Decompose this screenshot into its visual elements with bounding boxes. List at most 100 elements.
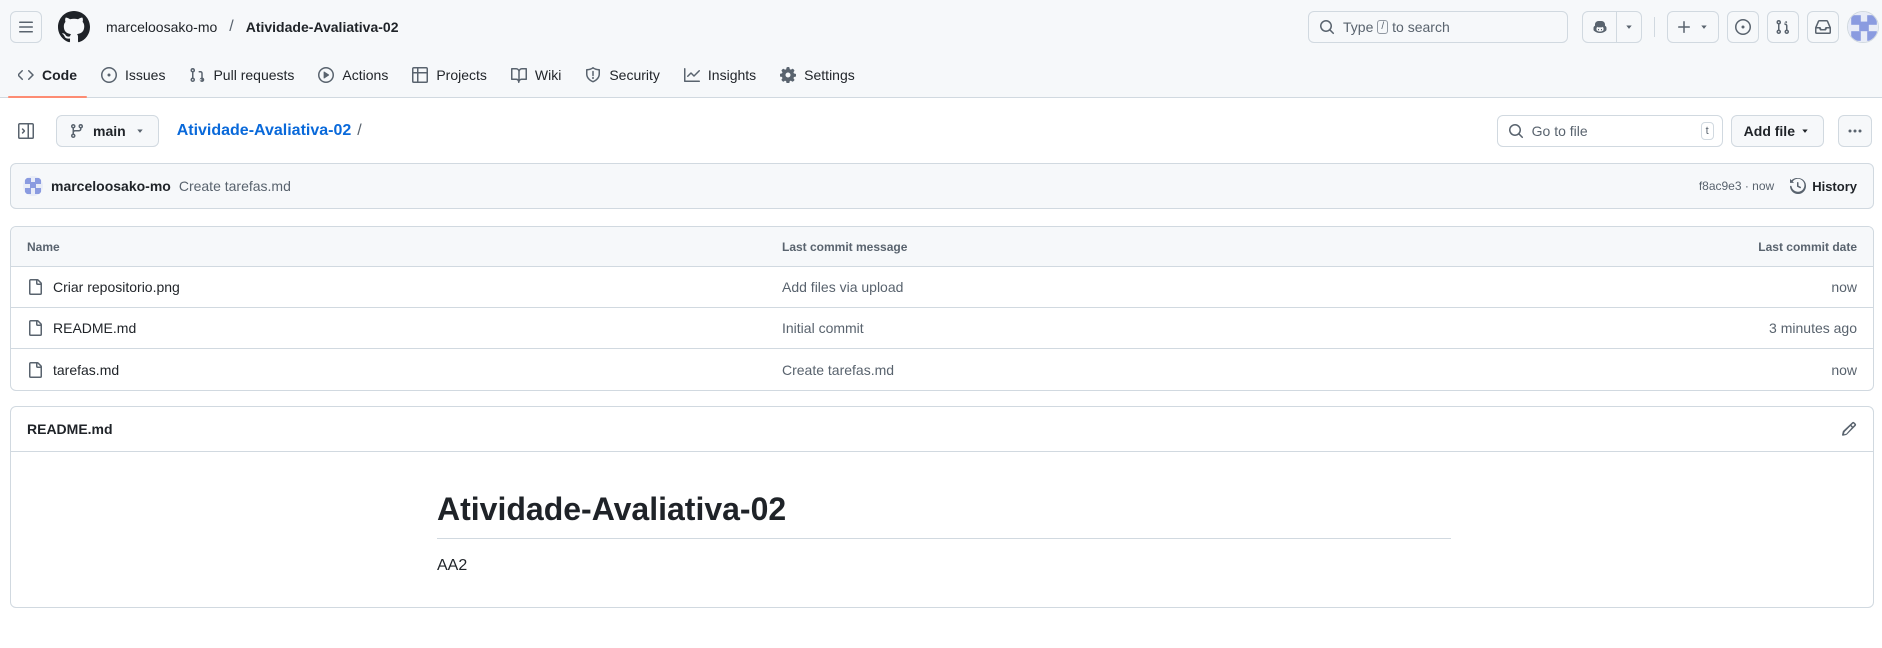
- play-icon: [318, 67, 335, 83]
- repo-toolbar-actions: Go to file t Add file: [1496, 115, 1872, 147]
- shield-icon: [585, 67, 601, 83]
- file-name-link[interactable]: Criar repositorio.png: [53, 279, 180, 295]
- app-header: marceloosako-mo / Atividade-Avaliativa-0…: [0, 0, 1882, 98]
- file-name-link[interactable]: README.md: [53, 320, 136, 336]
- plus-icon: [1676, 19, 1692, 35]
- go-to-file-shortcut: t: [1700, 122, 1714, 140]
- branch-name: main: [93, 123, 126, 139]
- file-icon: [27, 279, 43, 295]
- history-icon: [1790, 178, 1807, 194]
- file-commit-message[interactable]: Create tarefas.md: [782, 362, 1657, 378]
- issue-icon: [101, 67, 117, 83]
- code-icon: [18, 67, 34, 83]
- commit-author[interactable]: marceloosako-mo: [51, 178, 171, 194]
- kebab-horizontal-icon: [1847, 123, 1863, 139]
- tab-wiki-label: Wiki: [534, 67, 562, 83]
- readme-panel: README.md Atividade-Avaliativa-02 AA2: [10, 406, 1874, 608]
- commit-sha-time[interactable]: f8ac9e3 · now: [1699, 179, 1774, 193]
- tab-actions[interactable]: Actions: [308, 53, 398, 97]
- file-table: Name Last commit message Last commit dat…: [10, 226, 1874, 391]
- tab-security-label: Security: [609, 67, 660, 83]
- table-icon: [412, 67, 429, 83]
- tab-issues[interactable]: Issues: [91, 53, 175, 97]
- search-icon: [1508, 123, 1524, 139]
- owner-link[interactable]: marceloosako-mo: [106, 19, 217, 35]
- tab-issues-label: Issues: [125, 67, 166, 83]
- latest-commit-bar: marceloosako-mo Create tarefas.md f8ac9e…: [10, 163, 1874, 209]
- file-commit-date: now: [1831, 279, 1857, 295]
- file-icon: [27, 361, 43, 378]
- search-icon: [1319, 19, 1335, 35]
- file-commit-message[interactable]: Add files via upload: [782, 279, 1657, 295]
- user-avatar[interactable]: [1847, 11, 1879, 43]
- search-shortcut-key: /: [1377, 20, 1389, 34]
- triangle-down-icon: [1698, 21, 1710, 33]
- add-file-label: Add file: [1743, 123, 1795, 139]
- inbox-button[interactable]: [1807, 11, 1839, 43]
- repo-context: marceloosako-mo / Atividade-Avaliativa-0…: [106, 18, 398, 36]
- table-row: tarefas.md Create tarefas.md now: [11, 349, 1873, 390]
- go-to-file-placeholder: Go to file: [1531, 123, 1588, 139]
- file-commit-date: now: [1831, 361, 1857, 378]
- readme-filename[interactable]: README.md: [27, 421, 113, 437]
- table-row: Criar repositorio.png Add files via uplo…: [11, 267, 1873, 308]
- context-separator: /: [229, 18, 234, 35]
- readme-header: README.md: [11, 407, 1873, 452]
- column-name: Name: [27, 239, 60, 254]
- tab-pull-requests[interactable]: Pull requests: [179, 53, 304, 97]
- create-new-button[interactable]: [1667, 11, 1719, 43]
- column-commit-message: Last commit message: [782, 239, 908, 254]
- header-top-row: marceloosako-mo / Atividade-Avaliativa-0…: [10, 9, 1882, 45]
- add-file-button[interactable]: Add file: [1730, 115, 1824, 147]
- search-prefix: Type: [1343, 19, 1374, 35]
- git-pull-request-icon: [1775, 19, 1791, 35]
- gear-icon: [780, 67, 797, 83]
- repo-toolbar: main Atividade-Avaliativa-02 / Go to fil…: [10, 114, 1872, 148]
- issues-shortcut-button[interactable]: [1727, 11, 1759, 43]
- book-icon: [510, 67, 527, 83]
- file-name-cell: tarefas.md: [27, 361, 782, 378]
- tab-projects[interactable]: Projects: [402, 53, 497, 97]
- file-name-cell: Criar repositorio.png: [27, 279, 782, 295]
- sidebar-expand-icon[interactable]: [10, 115, 42, 147]
- copilot-icon: [1592, 19, 1608, 35]
- branch-selector[interactable]: main: [56, 115, 159, 147]
- go-to-file-input[interactable]: Go to file t: [1496, 115, 1723, 147]
- commit-author-avatar[interactable]: [23, 176, 43, 196]
- github-logo-icon[interactable]: [58, 11, 90, 43]
- copilot-button[interactable]: [1583, 12, 1617, 42]
- tab-settings-label: Settings: [804, 67, 855, 83]
- triangle-down-icon: [134, 125, 146, 137]
- graph-icon: [683, 67, 700, 83]
- file-table-header: Name Last commit message Last commit dat…: [11, 227, 1873, 267]
- file-name-cell: README.md: [27, 320, 782, 336]
- pencil-icon[interactable]: [1841, 421, 1857, 437]
- menu-button[interactable]: [10, 11, 42, 43]
- search-suffix: to search: [1392, 19, 1450, 35]
- tab-settings[interactable]: Settings: [770, 53, 865, 97]
- copilot-dropdown[interactable]: [1617, 12, 1641, 42]
- issue-opened-icon: [1735, 19, 1751, 35]
- breadcrumb-repo-link[interactable]: Atividade-Avaliativa-02: [177, 122, 352, 140]
- table-row: README.md Initial commit 3 minutes ago: [11, 308, 1873, 349]
- pull-request-icon: [189, 67, 205, 83]
- header-divider: [1654, 17, 1655, 37]
- tab-insights[interactable]: Insights: [674, 53, 766, 97]
- file-name-link[interactable]: tarefas.md: [53, 362, 119, 378]
- repo-link[interactable]: Atividade-Avaliativa-02: [246, 19, 399, 35]
- tab-wiki[interactable]: Wiki: [501, 53, 571, 97]
- commit-message[interactable]: Create tarefas.md: [179, 178, 291, 194]
- column-commit-date: Last commit date: [1758, 239, 1857, 254]
- more-options-button[interactable]: [1838, 115, 1872, 147]
- readme-paragraph: AA2: [437, 557, 468, 574]
- file-commit-message[interactable]: Initial commit: [782, 320, 1657, 336]
- tab-actions-label: Actions: [342, 67, 389, 83]
- pull-requests-shortcut-button[interactable]: [1767, 11, 1799, 43]
- search-input[interactable]: Type / to search: [1308, 11, 1568, 43]
- tab-code[interactable]: Code: [8, 53, 87, 98]
- triangle-down-icon: [1623, 21, 1635, 33]
- readme-content: Atividade-Avaliativa-02 AA2: [437, 453, 1451, 575]
- history-button[interactable]: History: [1790, 178, 1857, 194]
- triangle-down-icon: [1799, 125, 1811, 137]
- tab-security[interactable]: Security: [575, 53, 670, 97]
